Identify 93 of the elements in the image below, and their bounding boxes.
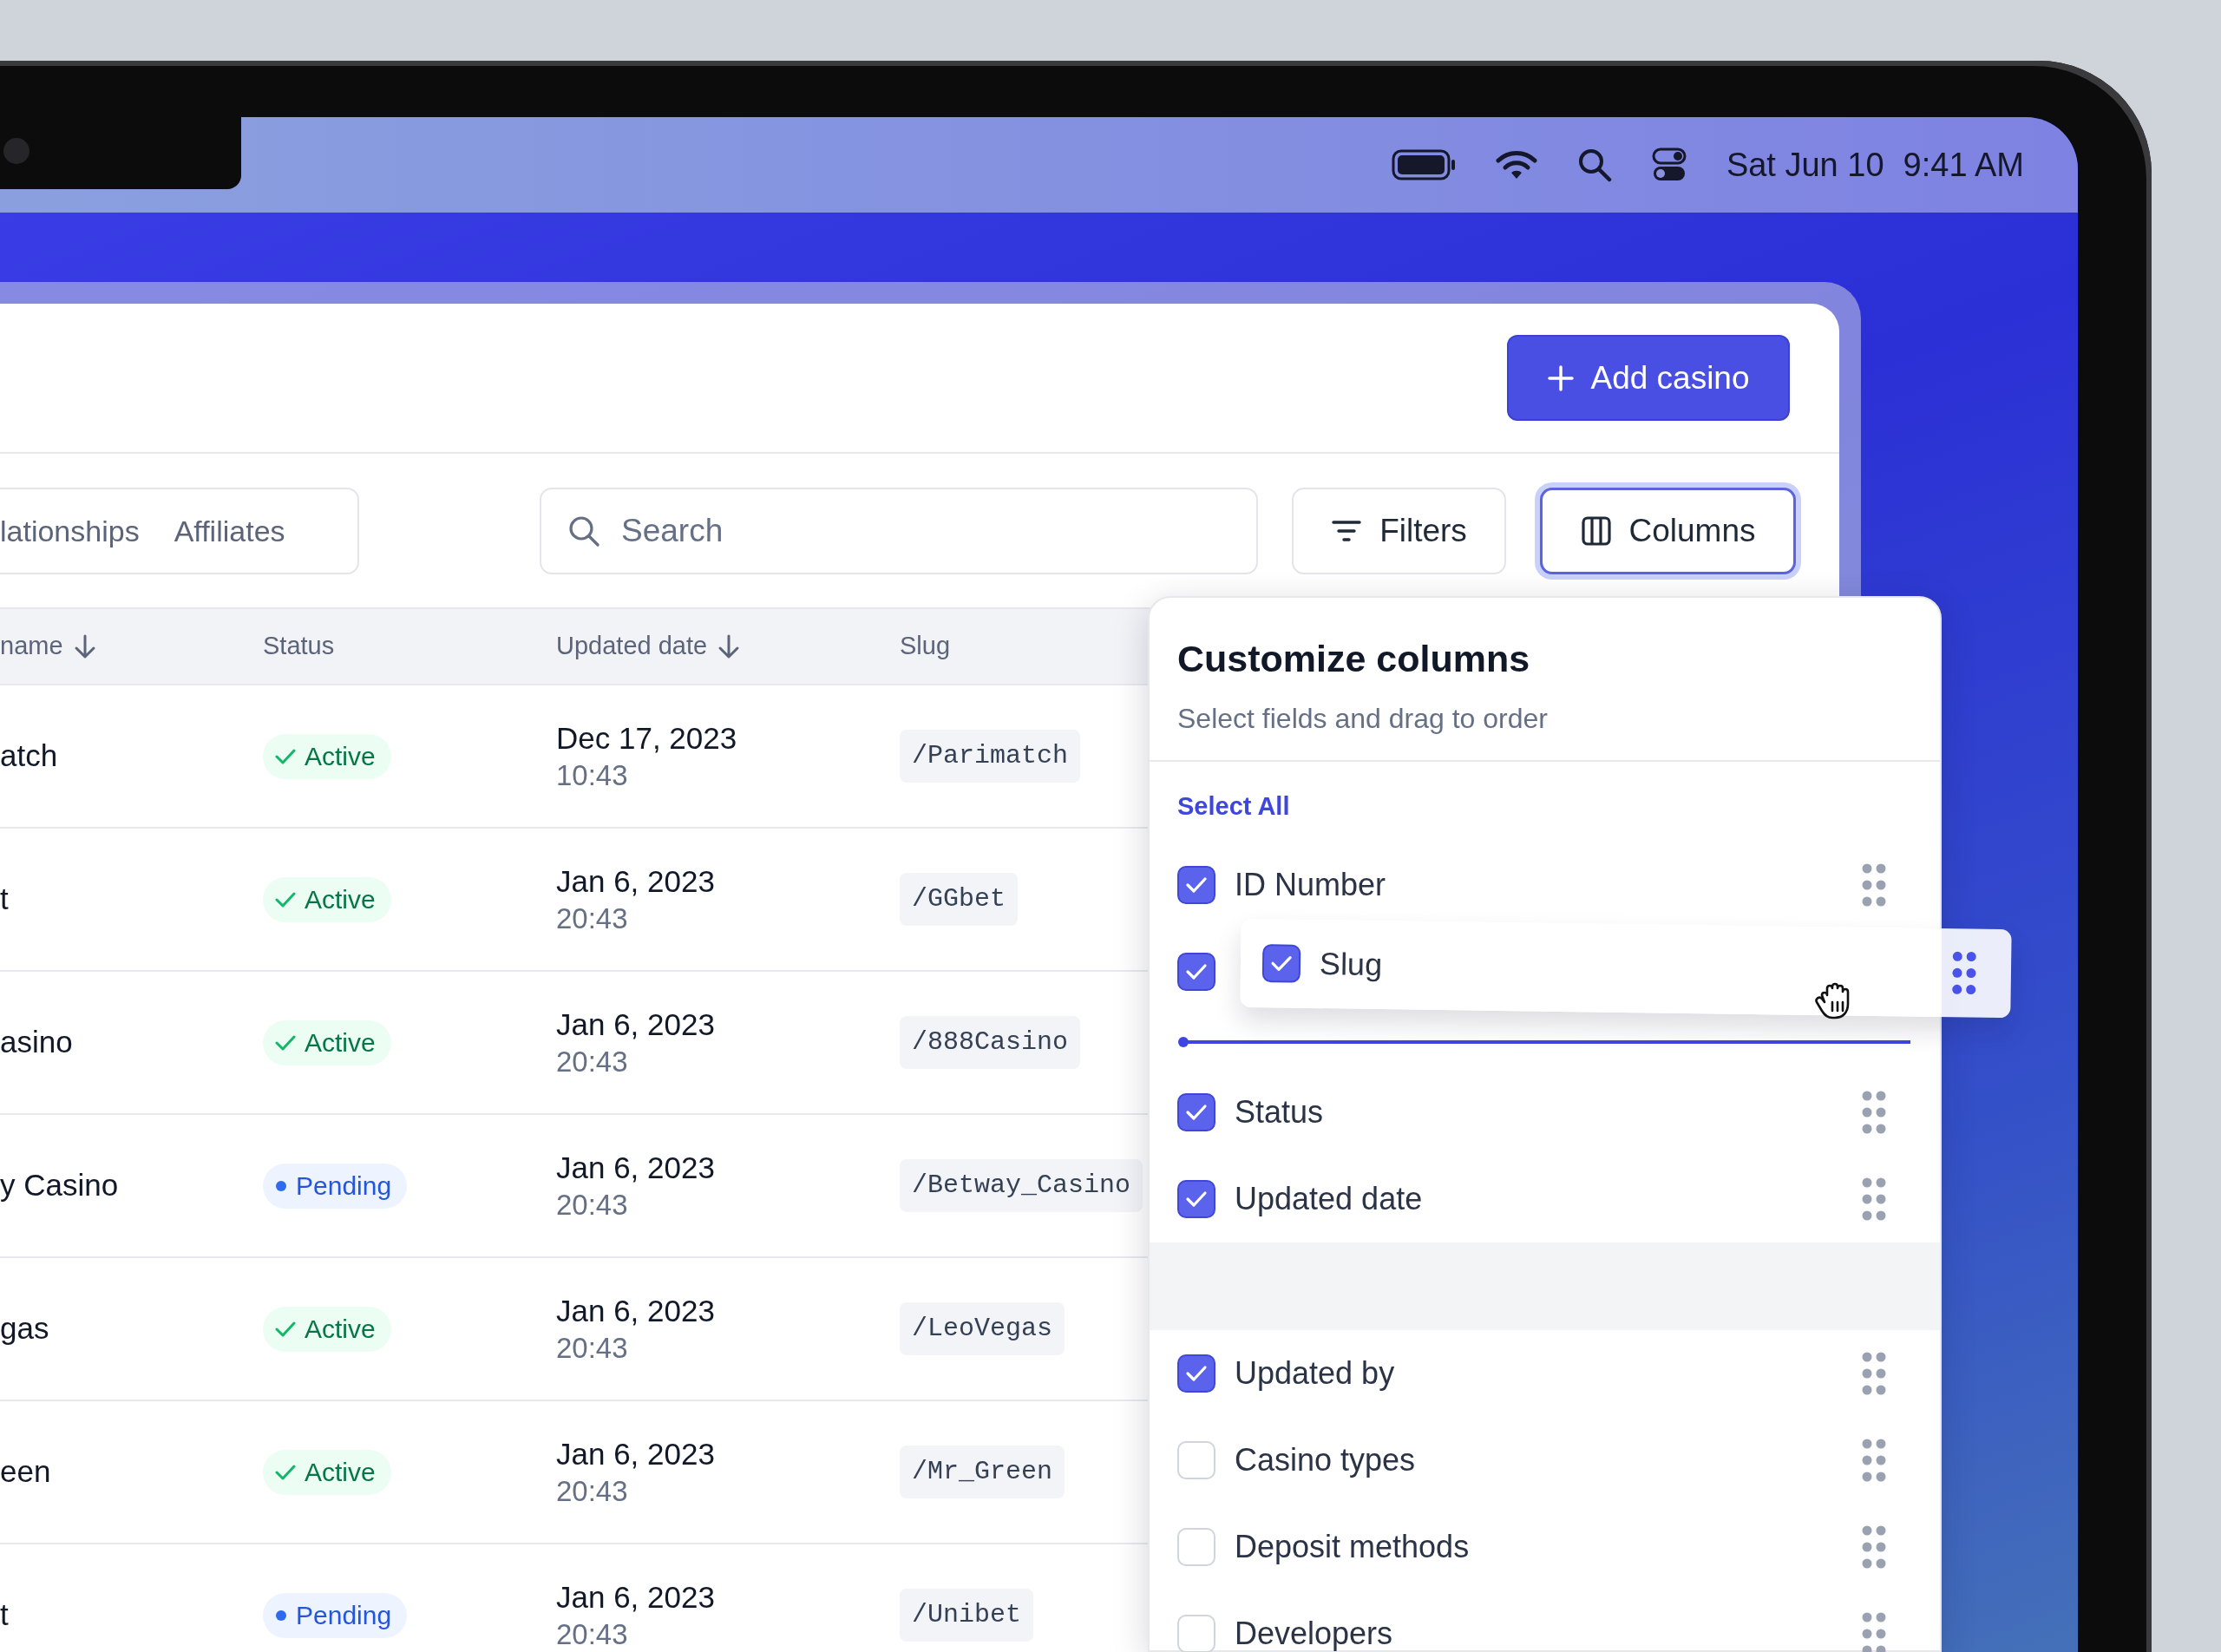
- column-option-label: Updated by: [1235, 1354, 1396, 1393]
- status-badge: Active: [263, 1449, 391, 1495]
- panel-title: Customize columns: [1177, 637, 1531, 681]
- column-header[interactable]: Updated date: [556, 627, 741, 665]
- table-cell-text: Jan 6, 2023: [556, 1006, 715, 1043]
- check-icon: [275, 890, 296, 908]
- drag-handle-icon[interactable]: [1862, 1351, 1886, 1395]
- checkmark-icon: [1269, 954, 1294, 973]
- drag-handle-icon[interactable]: [1862, 1177, 1886, 1221]
- table-cell-text: Jan 6, 2023: [556, 1579, 715, 1616]
- column-header[interactable]: name: [0, 627, 96, 665]
- table-cell-text: Dec 17, 2023: [556, 720, 737, 757]
- check-icon: [275, 1463, 296, 1481]
- search-field[interactable]: Search: [540, 488, 1258, 574]
- drag-handle-icon[interactable]: [1862, 1611, 1886, 1652]
- status-badge: Active: [263, 876, 391, 922]
- table-cell-text: Jan 6, 2023: [556, 1150, 715, 1186]
- add-casino-button[interactable]: Add casino: [1507, 335, 1790, 421]
- dot-icon: [275, 1179, 287, 1192]
- table-cell-text: 20:43: [556, 901, 628, 936]
- table-cell-text: 20:43: [556, 1616, 628, 1652]
- columns-icon: [1580, 515, 1612, 547]
- checkmark-icon: [1185, 875, 1208, 894]
- slug-code: /GGbet: [900, 873, 1019, 926]
- check-icon: [275, 747, 296, 765]
- table-cell-text: Jan 6, 2023: [556, 1436, 715, 1472]
- table-cell: t: [0, 882, 9, 916]
- drag-handle-icon[interactable]: [1862, 1090, 1886, 1134]
- status-badge: Pending: [263, 1163, 408, 1209]
- drag-handle-icon[interactable]: [1862, 862, 1886, 907]
- column-option-label: Updated date: [1235, 1179, 1424, 1218]
- menu-bar-time: 9:41 AM: [1903, 145, 2024, 185]
- table-cell-text: 20:43: [556, 1330, 628, 1366]
- tab[interactable]: Affiliates: [174, 500, 285, 562]
- table-cell-text: 20:43: [556, 1473, 628, 1509]
- checkmark-icon: [1185, 1190, 1208, 1208]
- table-cell: een: [0, 1454, 51, 1489]
- column-option-label: Casino types: [1235, 1440, 1417, 1479]
- column-header[interactable]: Status: [263, 627, 335, 665]
- checkmark-icon: [1185, 1103, 1208, 1121]
- checkmark-icon: [1185, 1364, 1208, 1382]
- column-option-label: Slug: [1319, 945, 1384, 985]
- drag-handle-icon[interactable]: [1951, 951, 1977, 995]
- status-badge: Pending: [263, 1592, 408, 1638]
- filters-button[interactable]: Filters: [1292, 488, 1506, 574]
- dot-icon: [275, 1609, 287, 1622]
- table-cell: gas: [0, 1311, 49, 1346]
- status-badge: Active: [263, 733, 391, 779]
- table-cell-text: 10:43: [556, 757, 628, 793]
- check-icon: [275, 1320, 296, 1338]
- filter-icon: [1331, 518, 1363, 544]
- slug-code: /Parimatch: [900, 730, 1081, 783]
- select-all-link[interactable]: Select All: [1177, 788, 1290, 826]
- table-cell-text: Jan 6, 2023: [556, 1293, 715, 1329]
- checkbox[interactable]: [1177, 865, 1215, 904]
- table-cell: asino: [0, 1025, 73, 1059]
- menu-bar-date: Sat Jun 10: [1726, 145, 1884, 185]
- table-cell-text: 20:43: [556, 1044, 628, 1079]
- search-icon: [567, 515, 600, 547]
- status-badge: Active: [263, 1306, 391, 1352]
- camera-dot: [3, 138, 29, 164]
- status-badge: Active: [263, 1019, 391, 1065]
- column-option-label: Deposit methods: [1235, 1527, 1471, 1566]
- checkbox[interactable]: [1177, 952, 1215, 991]
- battery-icon: [1391, 149, 1456, 180]
- check-icon: [275, 1033, 296, 1052]
- control-center-icon: [1651, 148, 1687, 182]
- tab[interactable]: lationships: [0, 500, 140, 562]
- drag-handle-icon[interactable]: [1862, 1524, 1886, 1569]
- checkbox[interactable]: [1177, 1179, 1215, 1218]
- column-option-label: Developers: [1235, 1614, 1394, 1652]
- slug-code: /Betway_Casino: [900, 1159, 1143, 1212]
- slug-code: /Unibet: [900, 1589, 1034, 1642]
- drag-handle-icon[interactable]: [1862, 1438, 1886, 1482]
- column-option-label: Status: [1235, 1092, 1325, 1131]
- search-icon: [1576, 148, 1612, 182]
- checkmark-icon: [1185, 962, 1208, 980]
- table-cell: atch: [0, 738, 58, 773]
- checkbox[interactable]: [1177, 1092, 1215, 1131]
- panel-subtitle: Select fields and drag to order: [1177, 701, 1549, 736]
- column-option-label: ID Number: [1235, 865, 1387, 904]
- slug-code: /LeoVegas: [900, 1302, 1065, 1355]
- table-cell-text: Jan 6, 2023: [556, 863, 715, 900]
- checkbox[interactable]: [1261, 944, 1301, 983]
- column-header[interactable]: Slug: [900, 627, 951, 665]
- plus-icon: [1547, 364, 1576, 392]
- slug-code: /Mr_Green: [900, 1446, 1065, 1498]
- table-cell-text: 20:43: [556, 1187, 628, 1223]
- table-cell: y Casino: [0, 1168, 119, 1203]
- slug-code: /888Casino: [900, 1016, 1081, 1069]
- checkbox[interactable]: [1177, 1354, 1215, 1393]
- wifi-icon: [1495, 149, 1537, 180]
- table-cell: t: [0, 1597, 9, 1632]
